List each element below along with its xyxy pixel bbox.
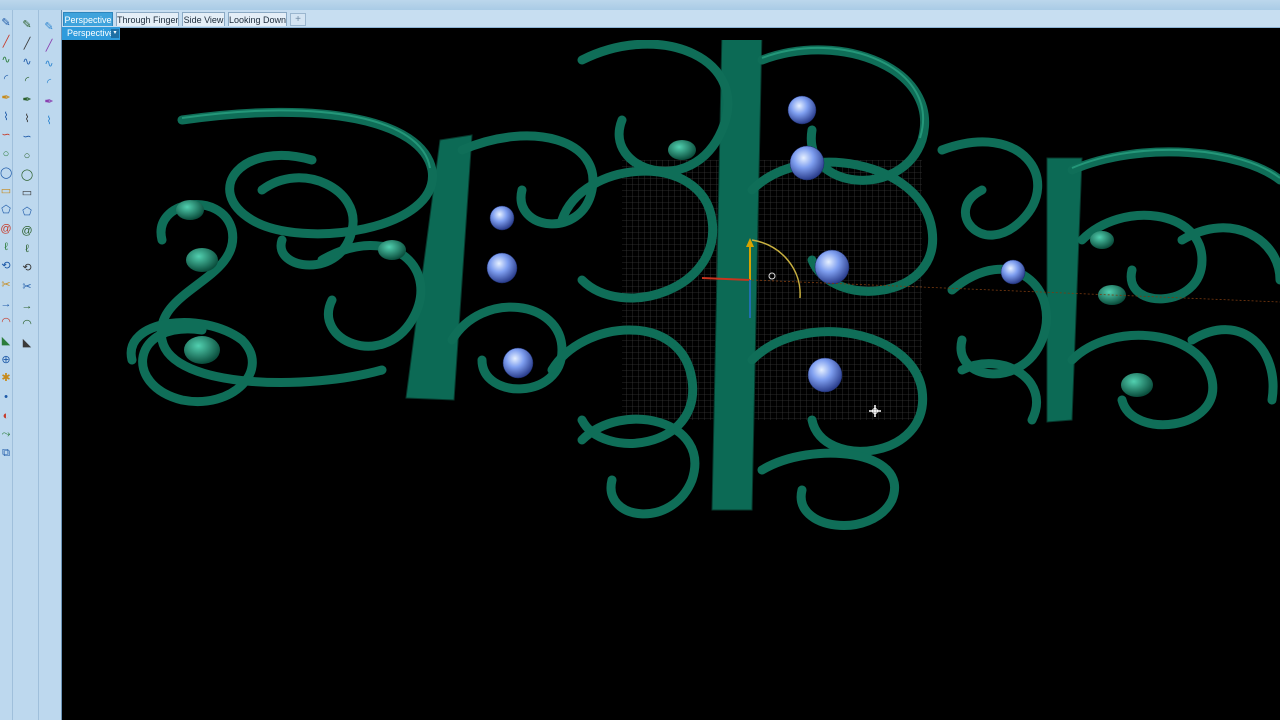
curve-icon[interactable]: ∿ — [0, 53, 12, 67]
scale-icon[interactable]: ∿ — [40, 57, 58, 71]
add-view-tab-button[interactable]: + — [290, 13, 306, 26]
explode-icon[interactable]: ✱ — [0, 371, 12, 385]
polygon-icon[interactable]: ⬠ — [0, 203, 12, 217]
halo-icon[interactable]: @ — [16, 224, 38, 238]
extend-icon[interactable]: → — [0, 297, 12, 311]
loft-icon[interactable]: ⧉ — [0, 446, 12, 460]
chevron-down-icon[interactable]: ▾ — [111, 29, 119, 38]
helix-icon[interactable]: ℓ — [0, 240, 12, 254]
toolbar-column-curves: ✎ ╱ ∿ ◜ ✒ ⌇ ∽ ○ ◯ ▭ ⬠ @ ℓ ⟲ ✂ → ◠ ◣ ⊕ ✱ • ◐ ⤳ ⧉ — [0, 10, 13, 720]
text-icon[interactable]: ◣ — [16, 336, 38, 350]
polyline-icon[interactable]: ⌇ — [0, 110, 12, 124]
tab-side-view[interactable]: Side View — [182, 12, 225, 26]
join-icon[interactable]: ⊕ — [0, 353, 12, 367]
brush-icon[interactable]: ✎ — [0, 16, 12, 30]
tab-perspective[interactable]: Perspective — [63, 12, 113, 26]
filigree-panels — [126, 40, 1280, 530]
array-icon[interactable]: ✒ — [40, 95, 58, 109]
ring-icon[interactable]: ⌇ — [16, 112, 38, 126]
frame-icon[interactable]: ∽ — [16, 130, 38, 144]
engrave-icon[interactable]: ◠ — [16, 317, 38, 331]
bezier-icon[interactable]: ∽ — [0, 128, 12, 142]
mirror-icon[interactable]: ◜ — [40, 76, 58, 90]
rotate-icon[interactable]: ╱ — [40, 39, 58, 53]
top-command-strip — [0, 0, 1280, 10]
tree-icon[interactable]: ∿ — [16, 55, 38, 69]
offset-icon[interactable]: ⟲ — [0, 259, 12, 273]
tab-looking-down[interactable]: Looking Down — [228, 12, 287, 26]
trim-icon[interactable]: ✂ — [0, 278, 12, 292]
spiral-icon[interactable]: @ — [0, 222, 12, 236]
cluster-icon[interactable]: ✂ — [16, 280, 38, 294]
perspective-viewport[interactable] — [62, 40, 1280, 720]
sweep-icon[interactable]: ⤳ — [0, 427, 12, 441]
filigree-icon[interactable]: → — [16, 299, 38, 313]
toolbar-column-jewelry: ✎ ╱ ∿ ◜ ✒ ⌇ ∽ ○ ◯ ▭ ⬠ @ ℓ ⟲ ✂ → ◠ ◣ — [16, 10, 39, 720]
align-icon[interactable]: ⌇ — [40, 114, 58, 128]
line-icon[interactable]: ╱ — [0, 35, 12, 49]
blend-icon[interactable]: ◐ — [0, 409, 12, 423]
pillar-icon[interactable]: ✒ — [16, 93, 38, 107]
point-icon[interactable]: • — [0, 390, 12, 404]
ellipse-icon[interactable]: ◯ — [0, 166, 12, 180]
pen-icon[interactable]: ✒ — [0, 91, 12, 105]
tab-through-finger[interactable]: Through Finger — [116, 12, 179, 26]
shank-icon[interactable]: ○ — [16, 149, 38, 163]
viewport-name: Perspective — [67, 28, 115, 38]
chamfer-icon[interactable]: ◣ — [0, 334, 12, 348]
bezel-icon[interactable]: ▭ — [16, 186, 38, 200]
rectangle-icon[interactable]: ▭ — [0, 184, 12, 198]
toolbar-column-transform: ✎ ╱ ∿ ◜ ✒ ⌇ — [40, 10, 58, 720]
circle-icon[interactable]: ○ — [0, 147, 12, 161]
arc-icon[interactable]: ◜ — [0, 72, 12, 86]
mesh-icon[interactable]: ◜ — [16, 74, 38, 88]
seat-icon[interactable]: ⬠ — [16, 205, 38, 219]
pave-icon[interactable]: ⟲ — [16, 261, 38, 275]
fillet-icon[interactable]: ◠ — [0, 315, 12, 329]
3d-filigree-model — [126, 40, 1280, 530]
move-icon[interactable]: ✎ — [40, 20, 58, 34]
gem-icon[interactable]: ✎ — [16, 18, 38, 32]
prong-icon[interactable]: ◯ — [16, 168, 38, 182]
channel-icon[interactable]: ℓ — [16, 242, 38, 256]
viewport-name-label[interactable]: Perspective ▾ — [62, 27, 120, 40]
left-toolbar: ✎ ╱ ∿ ◜ ✒ ⌇ ∽ ○ ◯ ▭ ⬠ @ ℓ ⟲ ✂ → ◠ ◣ ⊕ ✱ • ◐ ⤳ ⧉ ✎ ╱ ∿ ◜ ✒ ⌇ ∽ ○ ◯ ▭ ⬠ @ ℓ ⟲ ✂… — [0, 10, 62, 720]
grid-icon[interactable]: ╱ — [16, 37, 38, 51]
